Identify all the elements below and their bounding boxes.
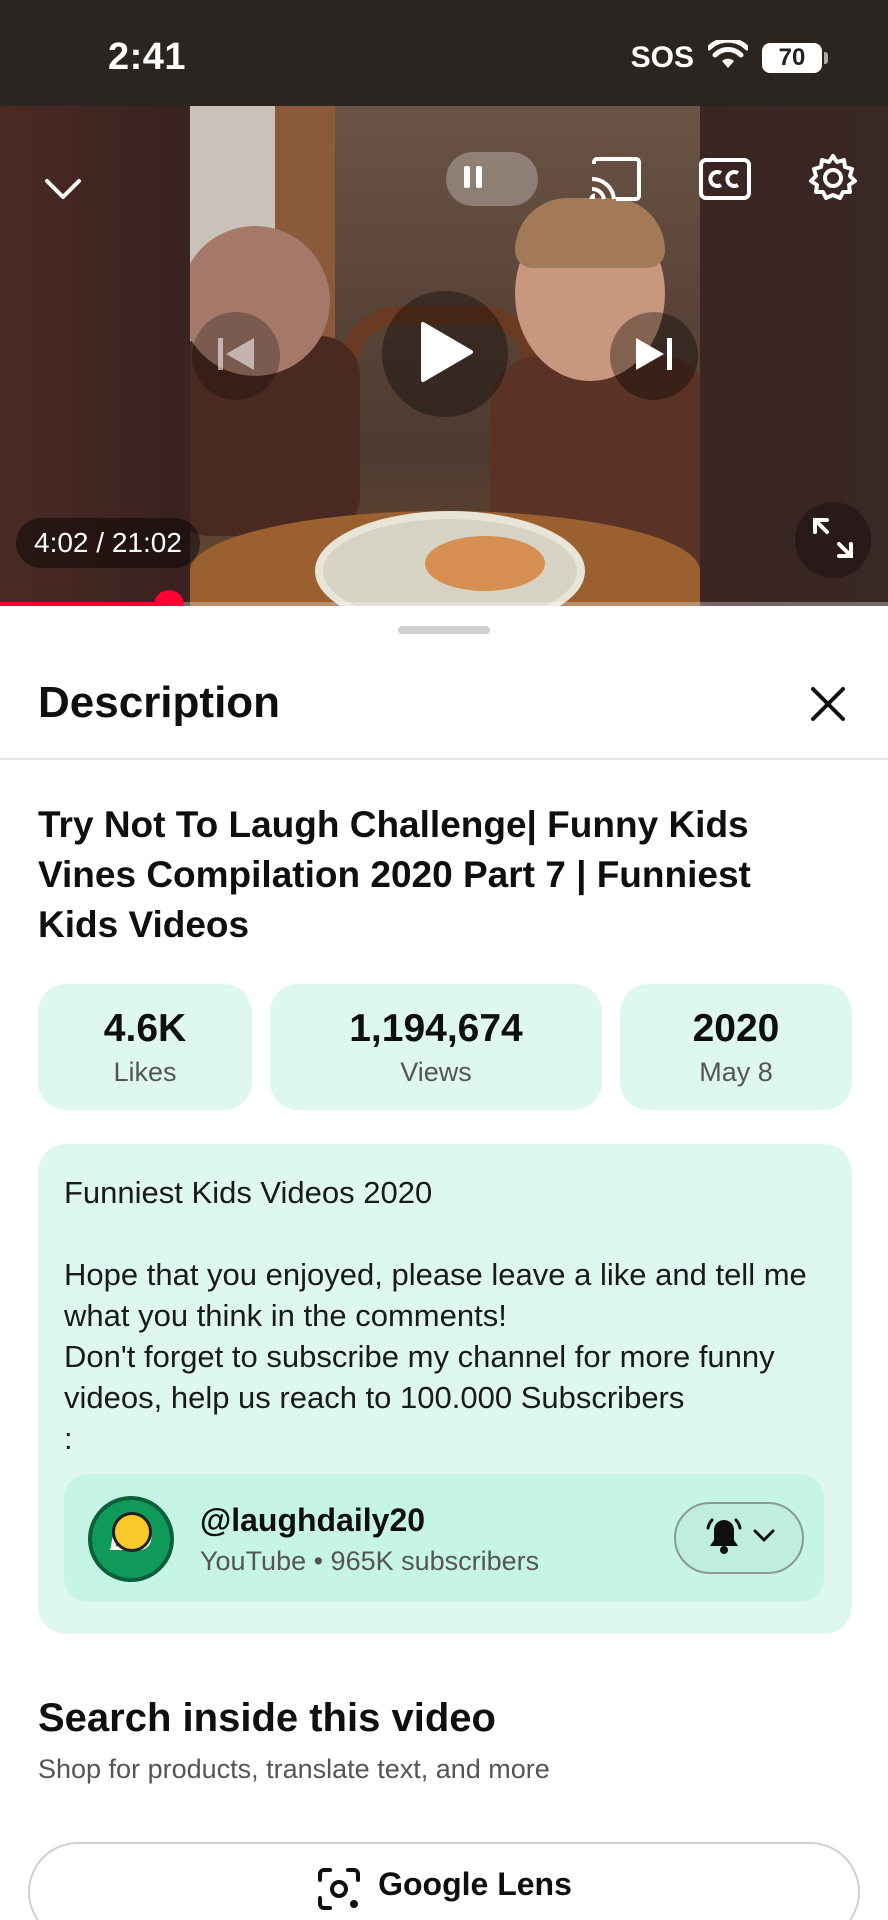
minimize-button[interactable] (38, 166, 88, 216)
video-title: Try Not To Laugh Challenge| Funny Kids V… (38, 804, 751, 945)
video-player[interactable]: 4:02 / 21:02 (0, 106, 888, 606)
next-icon (632, 334, 676, 379)
settings-icon (807, 152, 859, 209)
views-label: Views (400, 1056, 472, 1087)
description-sheet: Description Try Not To Laugh Challenge| … (0, 606, 888, 1920)
pause-icon (462, 164, 484, 195)
status-indicators: SOS 70 (630, 37, 828, 75)
upload-date-stat: 2020 May 8 (620, 984, 852, 1110)
status-bar: 2:41 SOS 70 (0, 0, 888, 106)
upload-date: May 8 (699, 1056, 773, 1087)
search-section-subtitle: Shop for products, translate text, and m… (38, 1754, 550, 1784)
close-icon (809, 685, 847, 728)
smiley-icon (112, 1512, 152, 1552)
play-icon (415, 320, 475, 389)
battery-level: 70 (762, 42, 822, 73)
views-stat: 1,194,674 Views (270, 984, 602, 1110)
autoplay-toggle[interactable] (446, 152, 538, 206)
close-button[interactable] (804, 682, 852, 730)
channel-handle: @laughdaily20 (200, 1502, 426, 1538)
likes-value: 4.6K (103, 1006, 187, 1050)
captions-button[interactable] (697, 156, 753, 206)
notification-button[interactable] (674, 1502, 804, 1574)
description-box: Funniest Kids Videos 2020 Hope that you … (38, 1144, 852, 1634)
wifi-icon (706, 37, 750, 75)
previous-button[interactable] (192, 312, 280, 400)
sos-indicator: SOS (630, 40, 694, 74)
description-text: Funniest Kids Videos 2020 Hope that you … (64, 1175, 807, 1456)
search-section-title: Search inside this video (38, 1696, 496, 1740)
play-button[interactable] (382, 291, 508, 417)
upload-year: 2020 (692, 1006, 780, 1050)
fullscreen-icon (811, 516, 855, 565)
battery-icon: 70 (762, 42, 828, 73)
likes-label: Likes (113, 1056, 177, 1087)
time-display: 4:02 / 21:02 (16, 518, 200, 568)
channel-card[interactable]: LD @laughdaily20 YouTube • 965K subscrib… (64, 1474, 824, 1602)
chevron-down-icon (43, 175, 83, 208)
channel-meta: YouTube • 965K subscribers (200, 1546, 540, 1576)
scrubber-handle[interactable] (153, 590, 184, 606)
fullscreen-button[interactable] (795, 502, 871, 578)
status-time: 2:41 (108, 36, 187, 78)
cast-icon (588, 156, 642, 207)
lens-icon (316, 1866, 362, 1917)
bell-icon (702, 1514, 746, 1563)
sheet-title: Description (38, 678, 281, 727)
closed-captions-icon (698, 157, 752, 206)
cast-button[interactable] (587, 156, 643, 206)
sheet-grabber[interactable] (398, 626, 490, 634)
google-lens-button[interactable]: Google Lens (28, 1842, 860, 1920)
likes-stat: 4.6K Likes (38, 984, 252, 1110)
avatar[interactable]: LD (88, 1496, 174, 1582)
google-lens-label: Google Lens (378, 1866, 572, 1902)
views-value: 1,194,674 (349, 1006, 523, 1050)
previous-icon (214, 334, 258, 379)
next-button[interactable] (610, 312, 698, 400)
divider (0, 758, 888, 760)
settings-button[interactable] (805, 152, 861, 208)
chevron-down-icon (752, 1528, 776, 1549)
